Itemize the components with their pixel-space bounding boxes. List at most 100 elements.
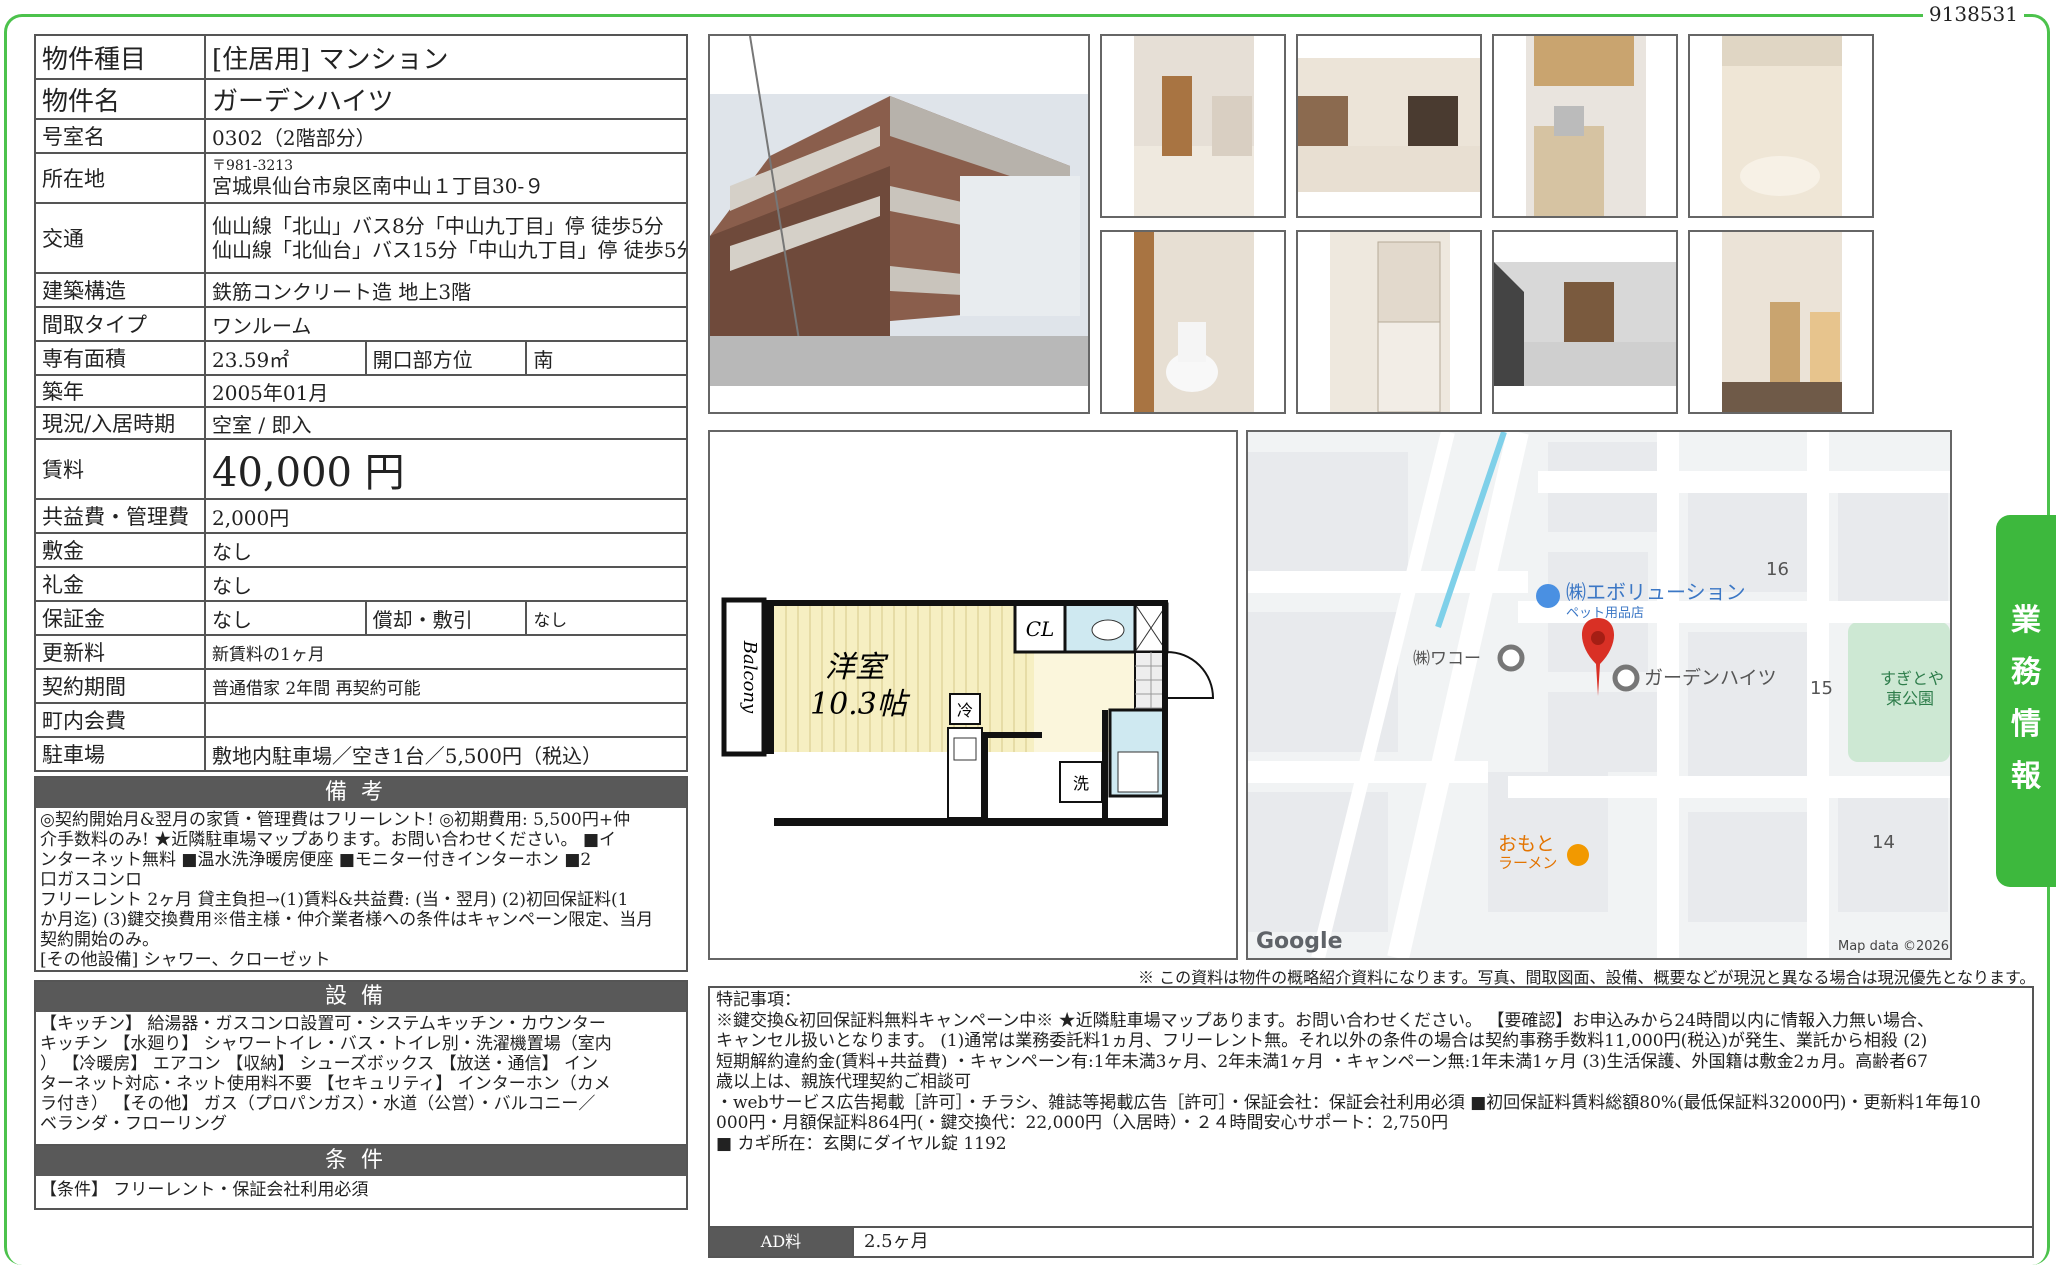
business-info-tab[interactable]: 業務情報	[1996, 515, 2056, 887]
label: 間取タイプ	[34, 306, 206, 342]
label: 物件種目	[34, 34, 206, 80]
facilities-line: ラ付き） 【その他】 ガス（プロパンガス）・水道（公営）・バルコニー／	[40, 1094, 596, 1114]
interior-photo-1	[1100, 34, 1286, 218]
interior-photo-3	[1492, 34, 1678, 218]
poi-icon[interactable]	[1536, 584, 1560, 608]
label: 所在地	[34, 152, 206, 204]
label: 号室名	[34, 118, 206, 154]
facilities-line: ターネット対応・ネット使用料不要 【セキュリティ】 インターホン（カメ	[40, 1074, 611, 1094]
ad-fee-value: 2.5ヶ月	[852, 1228, 929, 1256]
value: なし	[204, 566, 688, 602]
sub-label: 償却・敷引	[364, 600, 528, 636]
ad-fee-label: AD料	[710, 1228, 852, 1256]
park-label: すぎとや	[1880, 669, 1944, 688]
section-title: 備考	[36, 778, 686, 808]
label: 交通	[34, 202, 206, 274]
interior-photo-2	[1296, 34, 1482, 218]
side-tab-char: 務	[2011, 655, 2041, 690]
value: なし	[204, 600, 367, 636]
value: 2,000円	[204, 498, 688, 534]
label: 建築構造	[34, 272, 206, 308]
value: 空室 / 即入	[204, 406, 688, 440]
conditions-line: 【条件】 フリーレント・保証会社利用必須	[40, 1180, 369, 1200]
google-logo: Google	[1256, 929, 1343, 954]
block-number: 16	[1766, 559, 1789, 580]
value: ワンルーム	[204, 306, 688, 342]
value: ガーデンハイツ	[204, 78, 688, 120]
section-title: 条件	[36, 1146, 686, 1176]
value: 普通借家 2年間 再契約可能	[204, 668, 688, 704]
restaurant-icon[interactable]	[1567, 844, 1589, 866]
interior-photo-4	[1688, 34, 1874, 218]
closet-label: CL	[1026, 617, 1055, 641]
map-panel[interactable]: ㈱エボリューション ペット用品店 ㈱ワコー ガーデンハイツ すぎとや 東公園 お…	[1246, 430, 1952, 960]
section-title: 設備	[36, 982, 686, 1012]
label: 町内会費	[34, 702, 206, 738]
poi-icon[interactable]	[1497, 644, 1525, 672]
notes-line: ■ カギ所在：玄関にダイヤル錠 1192	[716, 1133, 1007, 1154]
access-line: 仙山線「北山」バス8分「中山九丁目」停 徒歩5分	[212, 214, 664, 238]
interior-photo-7	[1492, 230, 1678, 414]
facilities-section: 設備 【キッチン】 給湯器・ガスコンロ設置可・システムキッチン・カウンター キッ…	[34, 980, 688, 1148]
row-room: 号室名 0302（2階部分）	[34, 118, 688, 154]
floorplan-panel: Balcony 洋室 10.3帖 CL 冷 洗	[708, 430, 1238, 960]
notes-line: キャンセル扱いとなります。 (1)通常は業務委託料1ヵ月、フリーレント無。それ以…	[716, 1031, 1928, 1051]
map-copyright: Map data ©2026	[1838, 939, 1949, 954]
row-status: 現況/入居時期 空室 / 即入	[34, 406, 688, 440]
rent-value: 40,000 円	[204, 438, 688, 500]
label: 更新料	[34, 634, 206, 670]
row-area: 専有面積 23.59㎡ 開口部方位 南	[34, 340, 688, 376]
poi-label: おもと	[1498, 833, 1555, 855]
poi-label: ㈱ワコー	[1413, 649, 1481, 669]
room-name: 洋室	[825, 650, 889, 685]
value: なし	[204, 532, 688, 568]
floorplan-drawing: Balcony 洋室 10.3帖 CL 冷 洗	[710, 432, 1236, 958]
washer-label: 洗	[1073, 774, 1089, 793]
label: 契約期間	[34, 668, 206, 704]
row-deposit: 敷金 なし	[34, 532, 688, 568]
special-notes: 特記事項： ※鍵交換&初回保証料無料キャンペーン中※ ★近隣駐車場マップあります…	[708, 986, 2034, 1258]
poi-label: ガーデンハイツ	[1644, 667, 1777, 689]
poi-label: ㈱エボリューション	[1566, 580, 1746, 604]
row-contract: 契約期間 普通借家 2年間 再契約可能	[34, 668, 688, 704]
ad-fee-row: AD料 2.5ヶ月	[710, 1226, 2032, 1256]
access-line: 仙山線「北仙台」バス15分「中山九丁目」停 徒歩5分	[212, 238, 687, 262]
label: 賃料	[34, 438, 206, 500]
label: 物件名	[34, 78, 206, 120]
fridge-label: 冷	[957, 701, 973, 720]
remarks-line: 契約開始のみ。	[40, 930, 159, 950]
label: 駐車場	[34, 736, 206, 772]
value: [住居用] マンション	[204, 34, 688, 80]
room-size: 10.3帖	[810, 687, 911, 722]
conditions-section: 条件 【条件】 フリーレント・保証会社利用必須	[34, 1144, 688, 1210]
remarks-section: 備考 ◎契約開始月&翌月の家賃・管理費はフリーレント! ◎初期費用: 5,500…	[34, 776, 688, 972]
notes-body: 特記事項： ※鍵交換&初回保証料無料キャンペーン中※ ★近隣駐車場マップあります…	[710, 988, 2032, 1224]
notes-line: 000円・月額保証料864円(・鍵交換代：22,000円（入居時）・２４時間安心…	[716, 1113, 1449, 1133]
row-type: 物件種目 [住居用] マンション	[34, 34, 688, 80]
facilities-body: 【キッチン】 給湯器・ガスコンロ設置可・システムキッチン・カウンター キッチン …	[36, 1012, 686, 1136]
remarks-line: ンターネット無料 ■温水洗浄暖房便座 ■モニター付きインターホン ■2	[40, 850, 592, 870]
address: 宮城県仙台市泉区南中山１丁目30-９	[212, 174, 545, 198]
row-built: 築年 2005年01月	[34, 374, 688, 408]
facilities-line: 【キッチン】 給湯器・ガスコンロ設置可・システムキッチン・カウンター	[40, 1014, 606, 1034]
sub-value: 南	[525, 340, 688, 376]
property-table: 物件種目 [住居用] マンション 物件名 ガーデンハイツ 号室名 0302（2階…	[34, 34, 688, 772]
value: 仙山線「北山」バス8分「中山九丁目」停 徒歩5分 仙山線「北仙台」バス15分「中…	[204, 202, 688, 274]
row-access: 交通 仙山線「北山」バス8分「中山九丁目」停 徒歩5分 仙山線「北仙台」バス15…	[34, 202, 688, 274]
label: 専有面積	[34, 340, 206, 376]
side-tab-char: 業	[2011, 603, 2041, 638]
facilities-line: キッチン 【水廻り】 シャワートイレ・バス・トイレ別・洗濯機置場（室内	[40, 1034, 612, 1054]
row-community-fee: 町内会費	[34, 702, 688, 738]
row-fee: 共益費・管理費 2,000円	[34, 498, 688, 534]
map-view[interactable]: ㈱エボリューション ペット用品店 ㈱ワコー ガーデンハイツ すぎとや 東公園 お…	[1248, 432, 1950, 958]
park-sub: 東公園	[1886, 689, 1934, 708]
conditions-body: 【条件】 フリーレント・保証会社利用必須	[36, 1176, 686, 1202]
sub-label: 開口部方位	[364, 340, 528, 376]
remarks-line: [その他設備] シャワー、クローゼット	[40, 950, 331, 970]
value: 敷地内駐車場／空き1台／5,500円（税込）	[204, 736, 688, 772]
value: 0302（2階部分）	[204, 118, 688, 154]
side-tab-char: 報	[2011, 759, 2041, 794]
poi-sub: ラーメン	[1498, 854, 1557, 872]
zip-code: 〒981-3213	[212, 158, 294, 174]
building-exterior-photo	[708, 34, 1090, 414]
